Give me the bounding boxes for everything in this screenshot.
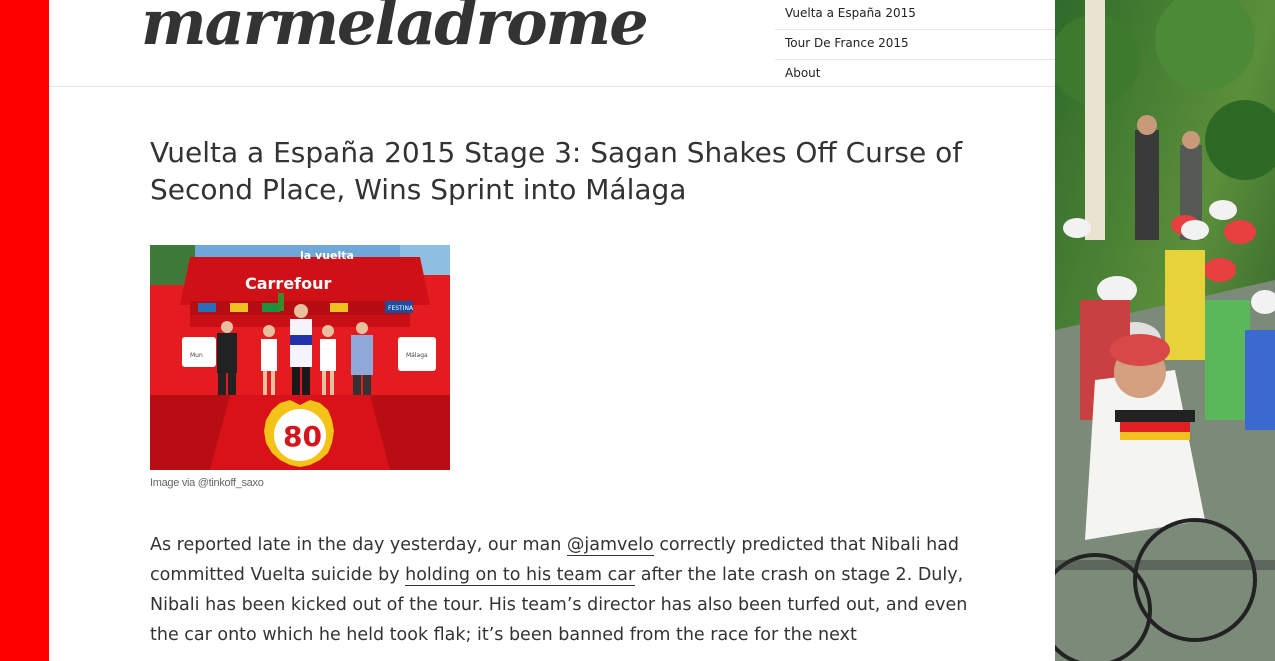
- nav-item-about[interactable]: About: [775, 60, 1055, 89]
- page-content: marmeladrome Vuelta a España 2015 Tour D…: [49, 0, 1055, 661]
- podium-banner-text: Carrefour: [245, 274, 332, 293]
- podium-festina-text: FESTINA: [388, 305, 414, 312]
- link-team-car[interactable]: holding on to his team car: [405, 565, 636, 586]
- podium-right-sign: Málaga: [406, 352, 428, 359]
- podium-photo: la vuelta Carrefour FESTINA Mun Málaga 8…: [150, 245, 450, 470]
- background-cyclists-photo: [1055, 0, 1275, 661]
- site-logo[interactable]: marmeladrome: [141, 0, 649, 59]
- main-nav: Vuelta a España 2015 Tour De France 2015…: [775, 0, 1055, 89]
- image-caption: Image via @tinkoff_saxo: [150, 477, 264, 489]
- post-title: Vuelta a España 2015 Stage 3: Sagan Shak…: [150, 136, 963, 206]
- podium-left-sign: Mun: [190, 352, 203, 359]
- podium-brand-text: la vuelta: [300, 249, 354, 262]
- nav-item-vuelta-2015[interactable]: Vuelta a España 2015: [775, 0, 1055, 30]
- site-header: marmeladrome Vuelta a España 2015 Tour D…: [49, 0, 1055, 87]
- left-accent-bar: [0, 0, 49, 661]
- nav-item-tour-de-france-2015[interactable]: Tour De France 2015: [775, 30, 1055, 60]
- link-jamvelo[interactable]: @jamvelo: [566, 535, 654, 556]
- article-text-1: As reported late in the day yesterday, o…: [150, 535, 567, 555]
- podium-badge-text: 80: [283, 420, 322, 453]
- article-paragraph: As reported late in the day yesterday, o…: [150, 530, 970, 650]
